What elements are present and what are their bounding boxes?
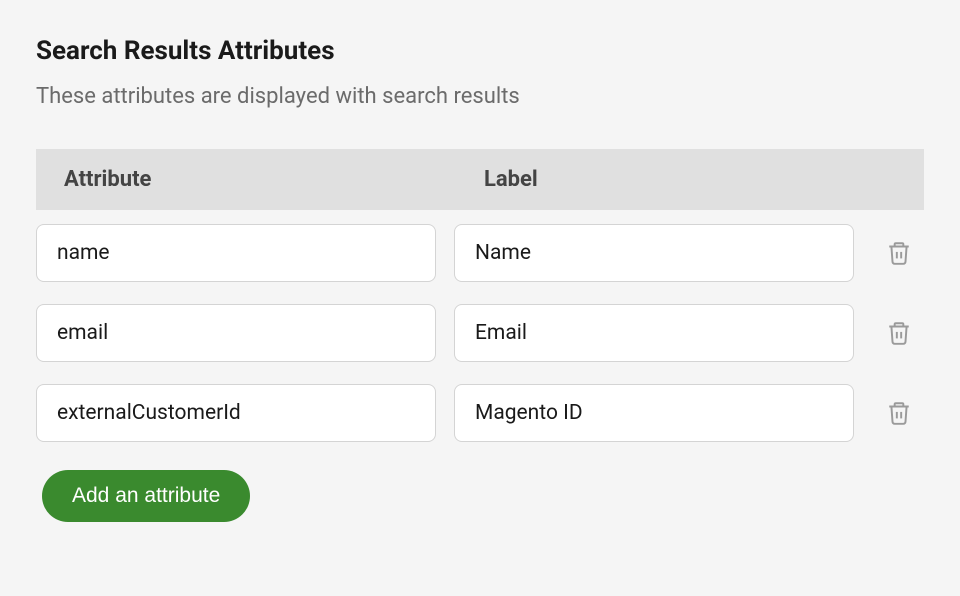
header-label: Label xyxy=(484,167,884,192)
attribute-input[interactable] xyxy=(36,224,436,282)
attribute-input[interactable] xyxy=(36,384,436,442)
delete-row-button[interactable] xyxy=(882,395,916,431)
label-input[interactable] xyxy=(454,384,854,442)
label-input[interactable] xyxy=(454,304,854,362)
header-attribute: Attribute xyxy=(64,167,484,192)
table-row xyxy=(36,224,924,282)
delete-row-button[interactable] xyxy=(882,315,916,351)
label-input[interactable] xyxy=(454,224,854,282)
table-header: Attribute Label xyxy=(36,149,924,210)
section-title: Search Results Attributes xyxy=(36,36,924,66)
trash-icon xyxy=(886,319,912,347)
add-attribute-button[interactable]: Add an attribute xyxy=(42,470,250,522)
trash-icon xyxy=(886,239,912,267)
section-subtitle: These attributes are displayed with sear… xyxy=(36,84,924,109)
trash-icon xyxy=(886,399,912,427)
delete-row-button[interactable] xyxy=(882,235,916,271)
table-row xyxy=(36,304,924,362)
table-row xyxy=(36,384,924,442)
attribute-input[interactable] xyxy=(36,304,436,362)
